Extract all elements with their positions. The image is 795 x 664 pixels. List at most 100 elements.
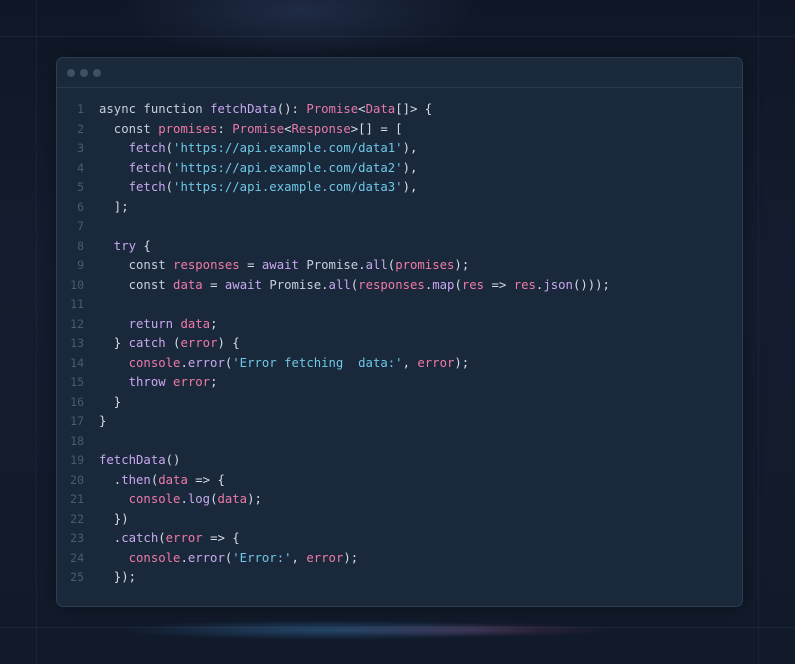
code-token: await	[224, 277, 270, 292]
code-token: error	[173, 375, 211, 389]
code-token: []> {	[395, 102, 433, 116]
window-dot-icon	[93, 69, 101, 77]
code-token: (	[165, 180, 174, 194]
code-token: Data	[365, 102, 396, 116]
code-text: });	[99, 568, 136, 588]
line-number: 11	[70, 297, 84, 311]
code-line: 18	[57, 432, 742, 452]
code-line: 25 });	[57, 568, 742, 588]
code-text: console.log(data);	[99, 490, 262, 510]
code-text: try {	[99, 237, 151, 257]
code-text: throw error;	[99, 373, 218, 393]
code-token: ) {	[217, 336, 240, 350]
code-token: =	[202, 277, 225, 292]
code-token: ];	[99, 199, 129, 214]
code-token: ),	[402, 160, 418, 175]
code-text: }	[99, 393, 121, 413]
code-line: 17}	[57, 412, 742, 432]
code-line: 8 try {	[57, 237, 742, 257]
line-number: 20	[70, 472, 84, 487]
frame-line-right	[758, 0, 759, 664]
code-token: ,	[402, 355, 418, 370]
code-token: data	[180, 316, 211, 331]
code-token: {	[136, 238, 151, 253]
code-line: 23 .catch(error => {	[57, 529, 742, 549]
code-token: const	[99, 277, 174, 292]
code-token: => {	[202, 531, 240, 545]
code-line: 7	[57, 217, 742, 237]
line-number: 19	[70, 453, 84, 467]
code-text: const data = await Promise.all (responses…	[99, 276, 610, 296]
code-token: ),	[402, 141, 418, 155]
code-token: .	[180, 355, 188, 370]
code-token: json	[543, 277, 573, 292]
code-token: );	[454, 258, 470, 272]
code-line: 15 throw error;	[57, 373, 742, 393]
code-token: throw	[99, 375, 174, 389]
code-line: 1 async function fetchData(): Promise<Dat…	[57, 100, 742, 120]
code-text: .then(data => {	[99, 471, 225, 491]
line-number: 2	[77, 121, 84, 136]
code-text: fetch('https://api.example.com/data1'),	[99, 139, 418, 159]
line-number: 24	[70, 550, 84, 565]
code-token: })	[99, 511, 129, 526]
code-line: 14 console.error('Error fetching data:',…	[57, 354, 742, 374]
code-token: const	[99, 121, 159, 136]
code-text: }	[99, 412, 106, 432]
code-token: );	[343, 550, 359, 565]
code-text: fetch('https://api.example.com/data2'),	[99, 159, 418, 179]
code-token: error	[165, 531, 203, 545]
code-token: try	[99, 238, 137, 253]
code-token: <	[284, 121, 292, 136]
code-line: 10 const data = await Promise.all (respon…	[57, 276, 742, 296]
line-number: 3	[77, 141, 84, 155]
code-token: .	[180, 492, 188, 506]
code-token: error	[180, 336, 218, 350]
code-token: 'Error fetching data:'	[232, 355, 403, 370]
code-token: error	[417, 355, 455, 370]
code-line: 22 })	[57, 510, 742, 530]
code-token: fetch	[99, 180, 166, 194]
line-number: 18	[70, 433, 84, 448]
code-token: ;	[210, 316, 218, 331]
code-token: .	[99, 531, 122, 545]
code-token: Promise	[306, 258, 359, 272]
line-number: 16	[70, 394, 84, 409]
line-number: 13	[70, 336, 84, 350]
window-titlebar	[57, 58, 742, 88]
code-line: 19 fetchData()	[57, 451, 742, 471]
code-token: Promise	[269, 277, 322, 292]
code-token: catch	[121, 531, 159, 545]
code-token: data	[173, 277, 203, 292]
code-token: }	[99, 336, 129, 350]
code-token: log	[187, 492, 211, 506]
code-token: responses	[358, 277, 425, 292]
line-number: 7	[77, 219, 84, 233]
line-number: 22	[70, 511, 84, 526]
code-area[interactable]: 1 async function fetchData(): Promise<Dat…	[57, 100, 742, 588]
code-token: );	[454, 355, 470, 370]
line-number: 21	[70, 492, 84, 506]
line-number: 14	[70, 355, 84, 370]
frame-line-bottom	[0, 627, 795, 628]
code-token: console	[99, 492, 181, 506]
line-number: 15	[70, 375, 84, 389]
code-token: :	[217, 121, 233, 136]
code-text: return data;	[99, 315, 218, 335]
code-token: (	[158, 531, 166, 545]
code-token: all	[365, 258, 388, 272]
code-token: 'https://api.example.com/data3'	[173, 180, 403, 194]
code-text: const responses = await Promise.all(prom…	[99, 256, 470, 276]
code-token: fetch	[99, 160, 166, 175]
code-token: ,	[291, 550, 307, 565]
line-number: 17	[70, 414, 84, 428]
code-token: 'https://api.example.com/data2'	[173, 160, 403, 175]
code-token: console	[99, 550, 181, 565]
code-text: console.error('Error:', error);	[99, 549, 359, 569]
code-token: res	[461, 277, 485, 292]
code-token: 'https://api.example.com/data1'	[173, 141, 403, 155]
code-text: fetch('https://api.example.com/data3'),	[99, 178, 418, 198]
code-line: 3 fetch('https://api.example.com/data1')…	[57, 139, 742, 159]
code-token: ()	[165, 453, 181, 467]
code-line: 16 }	[57, 393, 742, 413]
